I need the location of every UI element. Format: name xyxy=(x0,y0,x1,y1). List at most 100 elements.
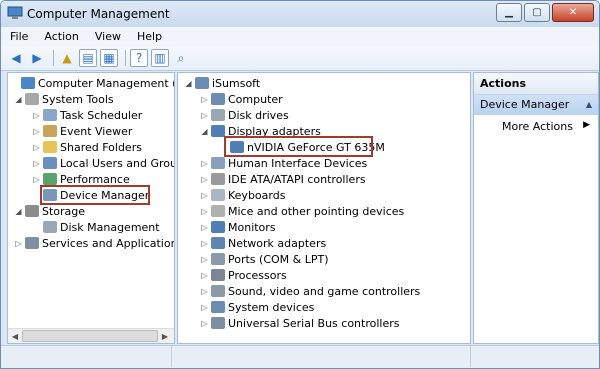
scan-hardware-icon[interactable]: ⌕ xyxy=(172,49,190,67)
computer-management-icon xyxy=(7,6,23,20)
maximize-button[interactable]: ▢ xyxy=(524,3,550,22)
title-bar[interactable]: Computer Management ▁ ▢ ✕ xyxy=(1,1,599,27)
tree-label: Universal Serial Bus controllers xyxy=(228,316,400,330)
expand-arrow-icon[interactable]: ▷ xyxy=(32,143,41,152)
close-button[interactable]: ✕ xyxy=(552,3,594,22)
expand-arrow-icon[interactable]: ▷ xyxy=(200,255,209,264)
device-category-ide[interactable]: ▷ IDE ATA/ATAPI controllers xyxy=(200,171,365,187)
toolbar-separator xyxy=(53,50,54,66)
expand-arrow-icon[interactable]: ▷ xyxy=(200,287,209,296)
tree-item-computer-management[interactable]: Computer Management (Local xyxy=(10,75,174,91)
export-list-icon[interactable]: ▦ xyxy=(100,49,118,67)
scroll-right-icon[interactable]: ▶ xyxy=(158,332,172,341)
tree-label: System Tools xyxy=(42,92,114,106)
expand-arrow-icon[interactable]: ▷ xyxy=(200,207,209,216)
status-bar xyxy=(1,345,599,368)
tree-item-local-users[interactable]: ▷ Local Users and Groups xyxy=(32,155,174,171)
tree-label: Processors xyxy=(228,268,287,282)
disk-icon xyxy=(211,109,225,121)
tree-item-system-tools[interactable]: ◢ System Tools xyxy=(14,91,114,107)
expand-arrow-icon[interactable]: ▷ xyxy=(32,159,41,168)
tree-item-services[interactable]: ▷ Services and Applications xyxy=(14,235,174,251)
device-category-monitors[interactable]: ▷ Monitors xyxy=(200,219,275,235)
status-segment xyxy=(172,346,471,367)
scroll-left-icon[interactable]: ◀ xyxy=(8,332,22,341)
tree-item-storage[interactable]: ◢ Storage xyxy=(14,203,85,219)
forward-arrow-icon[interactable]: ▶ xyxy=(28,49,46,67)
menu-view[interactable]: View xyxy=(88,30,128,43)
expand-arrow-icon[interactable]: ▷ xyxy=(200,239,209,248)
device-tree-root[interactable]: ◢ iSumsoft xyxy=(184,75,260,91)
actions-pane: Actions Device Manager ▲ More Actions ▶ xyxy=(473,72,599,344)
expand-arrow-icon[interactable]: ▷ xyxy=(32,127,41,136)
expand-arrow-icon[interactable]: ▷ xyxy=(32,175,41,184)
computer-management-window: Computer Management ▁ ▢ ✕ File Action Vi… xyxy=(0,0,600,369)
expand-arrow-icon[interactable]: ▷ xyxy=(200,303,209,312)
expand-arrow-icon[interactable]: ▷ xyxy=(200,175,209,184)
tree-label: iSumsoft xyxy=(212,76,261,90)
expand-arrow-icon[interactable]: ▷ xyxy=(32,111,41,120)
actions-device-manager-section[interactable]: Device Manager ▲ xyxy=(474,95,598,115)
sound-icon xyxy=(211,285,225,297)
expand-arrow-icon[interactable]: ▷ xyxy=(200,271,209,280)
device-category-hid[interactable]: ▷ Human Interface Devices xyxy=(200,155,367,171)
device-category-network[interactable]: ▷ Network adapters xyxy=(200,235,326,251)
show-hide-console-tree-icon[interactable]: ▤ xyxy=(79,49,97,67)
window-title: Computer Management xyxy=(27,7,170,21)
computer-icon xyxy=(211,93,225,105)
scroll-thumb[interactable] xyxy=(22,330,158,342)
menu-file[interactable]: File xyxy=(3,30,35,43)
chevron-right-icon[interactable]: ▶ xyxy=(583,120,590,130)
horizontal-scrollbar[interactable]: ◀ ▶ xyxy=(8,328,174,343)
device-category-disk-drives[interactable]: ▷ Disk drives xyxy=(200,107,288,123)
status-segment xyxy=(1,346,172,367)
folder-icon xyxy=(43,141,57,153)
action-pane-icon[interactable]: ▥ xyxy=(151,49,169,67)
collapse-arrow-icon[interactable]: ◢ xyxy=(184,79,193,88)
performance-icon xyxy=(43,173,57,185)
collapse-arrow-icon[interactable]: ◢ xyxy=(200,127,209,136)
back-arrow-icon[interactable]: ◀ xyxy=(7,49,25,67)
device-category-usb[interactable]: ▷ Universal Serial Bus controllers xyxy=(200,315,399,331)
more-actions-link[interactable]: More Actions xyxy=(502,120,573,133)
tree-item-event-viewer[interactable]: ▷ Event Viewer xyxy=(32,123,132,139)
device-category-ports[interactable]: ▷ Ports (COM & LPT) xyxy=(200,251,328,267)
help-icon[interactable]: ? xyxy=(130,49,148,67)
menu-action[interactable]: Action xyxy=(37,30,85,43)
processor-icon xyxy=(211,269,225,281)
collapse-arrow-icon[interactable]: ◢ xyxy=(14,95,23,104)
expand-arrow-icon[interactable]: ▷ xyxy=(200,111,209,120)
up-folder-icon[interactable]: ▲ xyxy=(58,49,76,67)
tree-label: System devices xyxy=(228,300,315,314)
collapse-triangle-icon[interactable]: ▲ xyxy=(586,95,592,115)
tree-item-disk-management[interactable]: Disk Management xyxy=(32,219,160,235)
device-category-sound[interactable]: ▷ Sound, video and game controllers xyxy=(200,283,420,299)
tree-item-task-scheduler[interactable]: ▷ Task Scheduler xyxy=(32,107,142,123)
device-category-system[interactable]: ▷ System devices xyxy=(200,299,314,315)
port-icon xyxy=(211,253,225,265)
storage-icon xyxy=(25,205,39,217)
device-category-mice[interactable]: ▷ Mice and other pointing devices xyxy=(200,203,404,219)
expand-arrow-icon[interactable]: ▷ xyxy=(200,191,209,200)
minimize-button[interactable]: ▁ xyxy=(496,3,522,22)
device-tree-pane: ◢ iSumsoft ▷ Computer ▷ Disk drives ◢ Di… xyxy=(177,72,471,344)
computer-icon xyxy=(195,77,209,89)
expand-arrow-icon[interactable]: ▷ xyxy=(200,319,209,328)
menu-help[interactable]: Help xyxy=(130,30,169,43)
device-category-processors[interactable]: ▷ Processors xyxy=(200,267,287,283)
monitor-icon xyxy=(211,125,225,137)
system-devices-icon xyxy=(211,301,225,313)
menu-bar: File Action View Help xyxy=(1,27,599,46)
expand-arrow-icon[interactable]: ▷ xyxy=(200,159,209,168)
actions-section-label: Device Manager xyxy=(480,98,570,111)
device-category-keyboards[interactable]: ▷ Keyboards xyxy=(200,187,285,203)
tree-label: Event Viewer xyxy=(60,124,133,138)
tree-item-shared-folders[interactable]: ▷ Shared Folders xyxy=(32,139,142,155)
clock-icon xyxy=(43,109,57,121)
collapse-arrow-icon[interactable]: ◢ xyxy=(14,207,23,216)
tree-label: Human Interface Devices xyxy=(228,156,368,170)
device-category-computer[interactable]: ▷ Computer xyxy=(200,91,282,107)
expand-arrow-icon[interactable]: ▷ xyxy=(200,223,209,232)
expand-arrow-icon[interactable]: ▷ xyxy=(200,95,209,104)
expand-arrow-icon[interactable]: ▷ xyxy=(14,239,23,248)
